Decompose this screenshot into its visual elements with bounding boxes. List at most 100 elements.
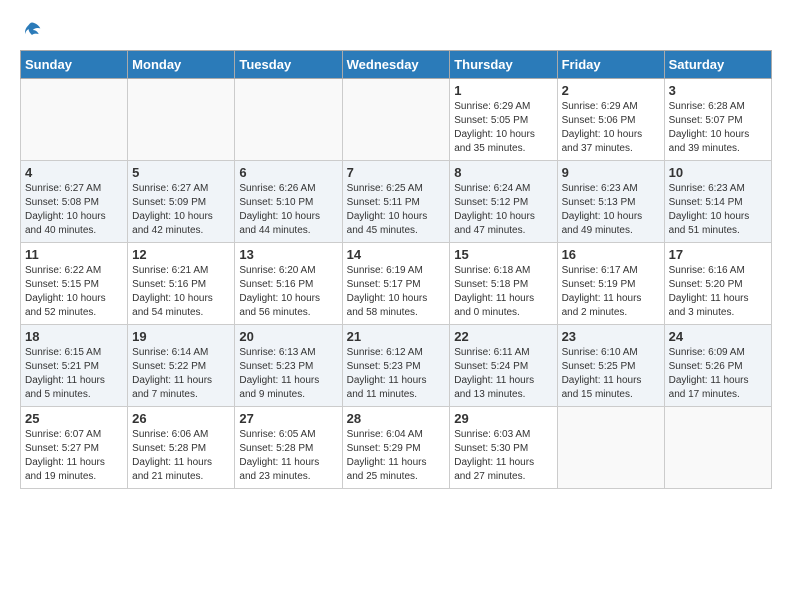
weekday-header-wednesday: Wednesday [342, 51, 450, 79]
day-info: Sunrise: 6:22 AM Sunset: 5:15 PM Dayligh… [25, 264, 123, 320]
calendar-cell: 11 Sunrise: 6:22 AM Sunset: 5:15 PM Dayli… [21, 243, 128, 325]
calendar-table: SundayMondayTuesdayWednesdayThursdayFrid… [20, 50, 772, 489]
day-number: 1 [454, 83, 552, 98]
calendar-week-row: 1 Sunrise: 6:29 AM Sunset: 5:05 PM Daylig… [21, 79, 772, 161]
day-info: Sunrise: 6:25 AM Sunset: 5:11 PM Dayligh… [347, 182, 446, 238]
calendar-week-row: 18 Sunrise: 6:15 AM Sunset: 5:21 PM Dayli… [21, 325, 772, 407]
calendar-cell: 18 Sunrise: 6:15 AM Sunset: 5:21 PM Dayli… [21, 325, 128, 407]
day-info: Sunrise: 6:23 AM Sunset: 5:14 PM Dayligh… [669, 182, 767, 238]
day-info: Sunrise: 6:15 AM Sunset: 5:21 PM Dayligh… [25, 346, 123, 402]
weekday-header-sunday: Sunday [21, 51, 128, 79]
calendar-week-row: 4Sunrise: 6:27 AM Sunset: 5:08 PM Daylig… [21, 161, 772, 243]
calendar-cell: 27 Sunrise: 6:05 AM Sunset: 5:28 PM Dayli… [235, 407, 342, 489]
day-info: Sunrise: 6:16 AM Sunset: 5:20 PM Dayligh… [669, 264, 767, 320]
calendar-cell: 16Sunrise: 6:17 AM Sunset: 5:19 PM Dayli… [557, 243, 664, 325]
day-info: Sunrise: 6:21 AM Sunset: 5:16 PM Dayligh… [132, 264, 230, 320]
day-number: 24 [669, 329, 767, 344]
day-number: 26 [132, 411, 230, 426]
day-info: Sunrise: 6:27 AM Sunset: 5:09 PM Dayligh… [132, 182, 230, 238]
calendar-cell: 29 Sunrise: 6:03 AM Sunset: 5:30 PM Dayli… [450, 407, 557, 489]
day-info: Sunrise: 6:19 AM Sunset: 5:17 PM Dayligh… [347, 264, 446, 320]
day-info: Sunrise: 6:24 AM Sunset: 5:12 PM Dayligh… [454, 182, 552, 238]
day-number: 16 [562, 247, 660, 262]
calendar-cell: 10 Sunrise: 6:23 AM Sunset: 5:14 PM Dayli… [664, 161, 771, 243]
calendar-cell: 9 Sunrise: 6:23 AM Sunset: 5:13 PM Daylig… [557, 161, 664, 243]
calendar-cell: 15Sunrise: 6:18 AM Sunset: 5:18 PM Dayli… [450, 243, 557, 325]
day-info: Sunrise: 6:09 AM Sunset: 5:26 PM Dayligh… [669, 346, 767, 402]
day-number: 22 [454, 329, 552, 344]
day-number: 2 [562, 83, 660, 98]
calendar-cell [235, 79, 342, 161]
logo [20, 20, 42, 40]
day-number: 17 [669, 247, 767, 262]
day-number: 10 [669, 165, 767, 180]
calendar-cell: 14 Sunrise: 6:19 AM Sunset: 5:17 PM Dayli… [342, 243, 450, 325]
day-info: Sunrise: 6:06 AM Sunset: 5:28 PM Dayligh… [132, 428, 230, 484]
day-info: Sunrise: 6:18 AM Sunset: 5:18 PM Dayligh… [454, 264, 552, 320]
calendar-cell: 7 Sunrise: 6:25 AM Sunset: 5:11 PM Daylig… [342, 161, 450, 243]
calendar-cell [128, 79, 235, 161]
day-number: 19 [132, 329, 230, 344]
day-info: Sunrise: 6:29 AM Sunset: 5:05 PM Dayligh… [454, 100, 552, 156]
calendar-cell: 6 Sunrise: 6:26 AM Sunset: 5:10 PM Daylig… [235, 161, 342, 243]
weekday-header-tuesday: Tuesday [235, 51, 342, 79]
day-number: 11 [25, 247, 123, 262]
day-number: 7 [347, 165, 446, 180]
weekday-header-row: SundayMondayTuesdayWednesdayThursdayFrid… [21, 51, 772, 79]
day-info: Sunrise: 6:04 AM Sunset: 5:29 PM Dayligh… [347, 428, 446, 484]
day-info: Sunrise: 6:27 AM Sunset: 5:08 PM Dayligh… [25, 182, 123, 238]
day-info: Sunrise: 6:12 AM Sunset: 5:23 PM Dayligh… [347, 346, 446, 402]
day-info: Sunrise: 6:14 AM Sunset: 5:22 PM Dayligh… [132, 346, 230, 402]
calendar-cell: 24 Sunrise: 6:09 AM Sunset: 5:26 PM Dayli… [664, 325, 771, 407]
calendar-week-row: 25Sunrise: 6:07 AM Sunset: 5:27 PM Dayli… [21, 407, 772, 489]
day-number: 5 [132, 165, 230, 180]
day-number: 8 [454, 165, 552, 180]
weekday-header-thursday: Thursday [450, 51, 557, 79]
calendar-cell: 12 Sunrise: 6:21 AM Sunset: 5:16 PM Dayli… [128, 243, 235, 325]
page-header [20, 20, 772, 40]
calendar-cell: 17 Sunrise: 6:16 AM Sunset: 5:20 PM Dayli… [664, 243, 771, 325]
calendar-cell [664, 407, 771, 489]
day-info: Sunrise: 6:29 AM Sunset: 5:06 PM Dayligh… [562, 100, 660, 156]
day-number: 20 [239, 329, 337, 344]
day-number: 3 [669, 83, 767, 98]
calendar-cell: 13Sunrise: 6:20 AM Sunset: 5:16 PM Dayli… [235, 243, 342, 325]
weekday-header-saturday: Saturday [664, 51, 771, 79]
day-number: 18 [25, 329, 123, 344]
day-number: 27 [239, 411, 337, 426]
day-number: 13 [239, 247, 337, 262]
calendar-week-row: 11 Sunrise: 6:22 AM Sunset: 5:15 PM Dayli… [21, 243, 772, 325]
calendar-cell [342, 79, 450, 161]
day-info: Sunrise: 6:26 AM Sunset: 5:10 PM Dayligh… [239, 182, 337, 238]
day-info: Sunrise: 6:03 AM Sunset: 5:30 PM Dayligh… [454, 428, 552, 484]
day-number: 29 [454, 411, 552, 426]
day-info: Sunrise: 6:13 AM Sunset: 5:23 PM Dayligh… [239, 346, 337, 402]
calendar-cell: 3 Sunrise: 6:28 AM Sunset: 5:07 PM Daylig… [664, 79, 771, 161]
calendar-cell [557, 407, 664, 489]
calendar-cell: 23 Sunrise: 6:10 AM Sunset: 5:25 PM Dayli… [557, 325, 664, 407]
calendar-cell: 1 Sunrise: 6:29 AM Sunset: 5:05 PM Daylig… [450, 79, 557, 161]
calendar-cell: 21 Sunrise: 6:12 AM Sunset: 5:23 PM Dayli… [342, 325, 450, 407]
day-number: 23 [562, 329, 660, 344]
weekday-header-friday: Friday [557, 51, 664, 79]
day-info: Sunrise: 6:10 AM Sunset: 5:25 PM Dayligh… [562, 346, 660, 402]
day-info: Sunrise: 6:05 AM Sunset: 5:28 PM Dayligh… [239, 428, 337, 484]
calendar-cell: 19 Sunrise: 6:14 AM Sunset: 5:22 PM Dayli… [128, 325, 235, 407]
calendar-cell: 4Sunrise: 6:27 AM Sunset: 5:08 PM Daylig… [21, 161, 128, 243]
calendar-cell: 8 Sunrise: 6:24 AM Sunset: 5:12 PM Daylig… [450, 161, 557, 243]
logo-bird-icon [22, 20, 42, 40]
weekday-header-monday: Monday [128, 51, 235, 79]
day-info: Sunrise: 6:28 AM Sunset: 5:07 PM Dayligh… [669, 100, 767, 156]
calendar-cell: 28 Sunrise: 6:04 AM Sunset: 5:29 PM Dayli… [342, 407, 450, 489]
day-number: 6 [239, 165, 337, 180]
day-number: 9 [562, 165, 660, 180]
day-info: Sunrise: 6:11 AM Sunset: 5:24 PM Dayligh… [454, 346, 552, 402]
day-number: 14 [347, 247, 446, 262]
day-number: 12 [132, 247, 230, 262]
calendar-cell: 25Sunrise: 6:07 AM Sunset: 5:27 PM Dayli… [21, 407, 128, 489]
calendar-cell: 26 Sunrise: 6:06 AM Sunset: 5:28 PM Dayli… [128, 407, 235, 489]
calendar-cell: 22 Sunrise: 6:11 AM Sunset: 5:24 PM Dayli… [450, 325, 557, 407]
day-info: Sunrise: 6:23 AM Sunset: 5:13 PM Dayligh… [562, 182, 660, 238]
day-number: 28 [347, 411, 446, 426]
day-number: 21 [347, 329, 446, 344]
